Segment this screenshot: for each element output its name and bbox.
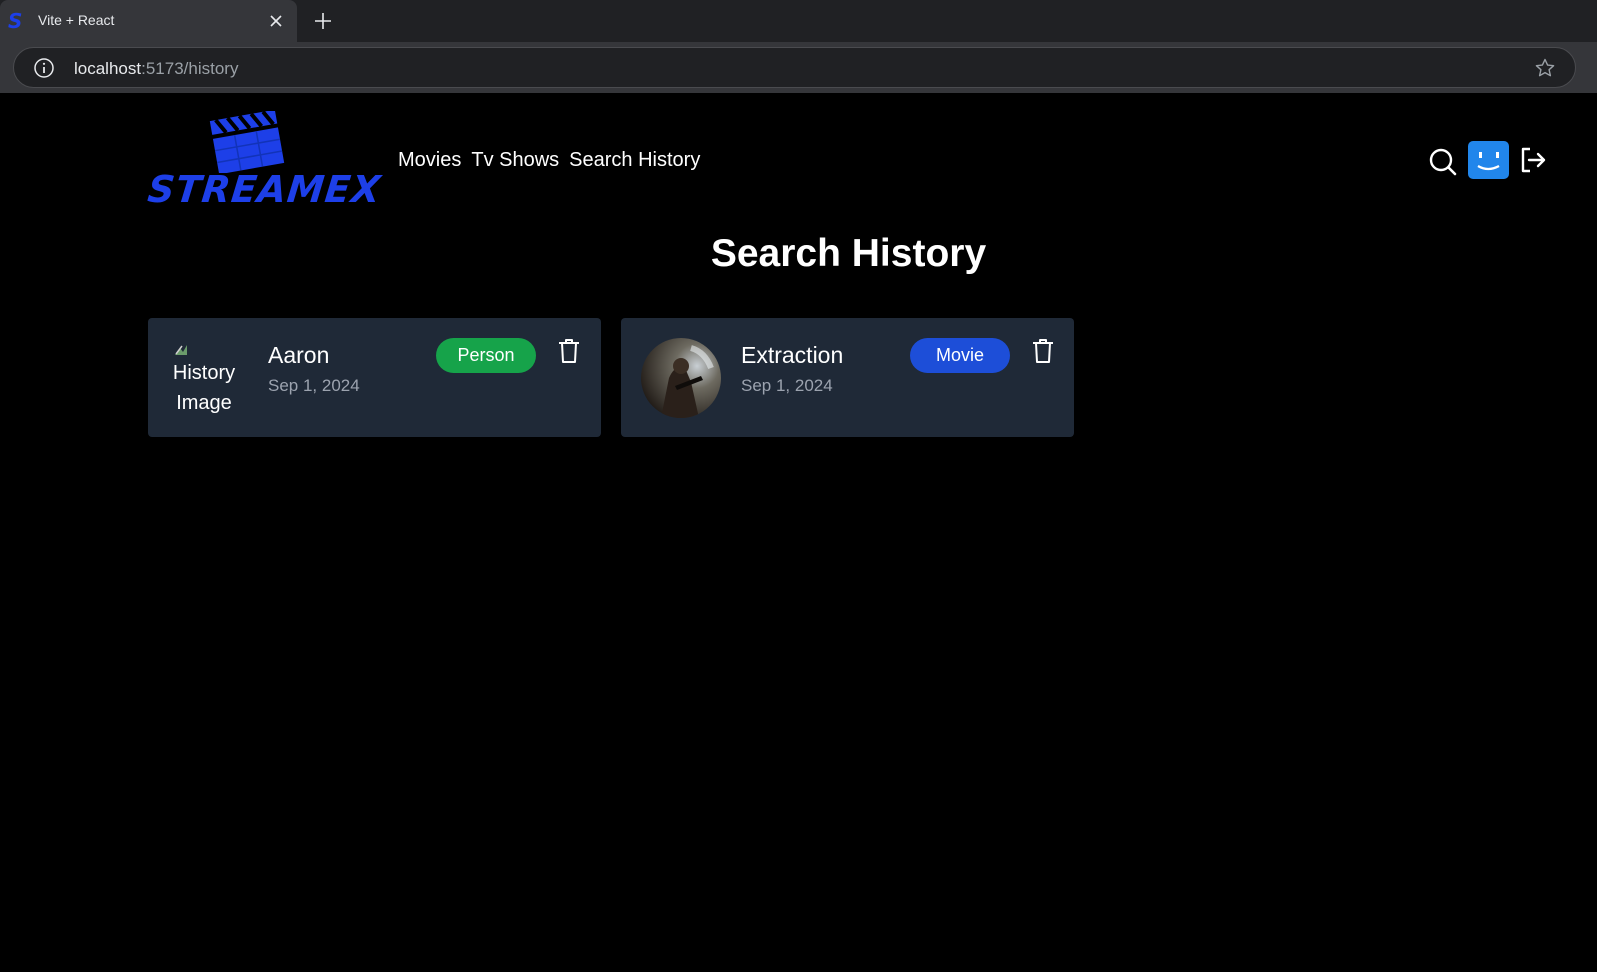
star-icon[interactable] (1534, 57, 1556, 79)
page-title: Search History (710, 232, 987, 275)
type-badge: Movie (910, 338, 1010, 373)
url-path: :5173/history (141, 59, 239, 78)
history-image-broken: History Image (168, 342, 240, 420)
type-badge: Person (436, 338, 536, 373)
close-tab-icon[interactable] (268, 13, 284, 29)
movie-poster-thumbnail (641, 338, 721, 418)
trash-icon[interactable] (1031, 338, 1055, 364)
history-date: Sep 1, 2024 (268, 376, 360, 395)
history-date: Sep 1, 2024 (741, 376, 833, 395)
svg-text:S: S (8, 10, 22, 32)
streamex-favicon-icon: S (8, 10, 22, 32)
history-image (641, 338, 721, 418)
url-host: localhost (74, 59, 142, 78)
broken-image-icon (175, 345, 187, 355)
address-bar-row: localhost:5173/history (0, 42, 1597, 93)
user-avatar[interactable] (1468, 141, 1509, 179)
url-text[interactable]: localhost:5173/history (74, 59, 238, 79)
logout-icon[interactable] (1518, 145, 1548, 175)
image-alt-text: History Image (172, 362, 236, 414)
address-bar[interactable]: localhost:5173/history (13, 47, 1576, 88)
logo-text: STREAMEX (145, 168, 384, 211)
nav-movies[interactable]: Movies (398, 149, 461, 172)
history-title: Aaron (268, 342, 330, 368)
main-nav: Movies Tv Shows Search History (398, 149, 700, 172)
app-root: STREAMEX Movies Tv Shows Search History … (0, 93, 1597, 972)
browser-tab[interactable]: S Vite + React (0, 0, 297, 42)
new-tab-icon[interactable] (312, 10, 334, 32)
search-icon[interactable] (1428, 147, 1458, 177)
history-title: Extraction (741, 342, 844, 368)
smiley-avatar-icon (1477, 152, 1500, 171)
clapperboard-icon (209, 111, 285, 173)
history-card: Extraction Sep 1, 2024 Movie (621, 318, 1074, 437)
streamex-logo[interactable]: STREAMEX (146, 111, 383, 211)
nav-tv-shows[interactable]: Tv Shows (471, 149, 559, 172)
history-card: History Image Aaron Sep 1, 2024 Person (148, 318, 601, 437)
nav-search-history[interactable]: Search History (569, 149, 700, 172)
tab-title: Vite + React (38, 12, 115, 28)
info-icon[interactable] (33, 57, 55, 79)
trash-icon[interactable] (557, 338, 581, 364)
browser-tabbar: S Vite + React (0, 0, 1597, 42)
